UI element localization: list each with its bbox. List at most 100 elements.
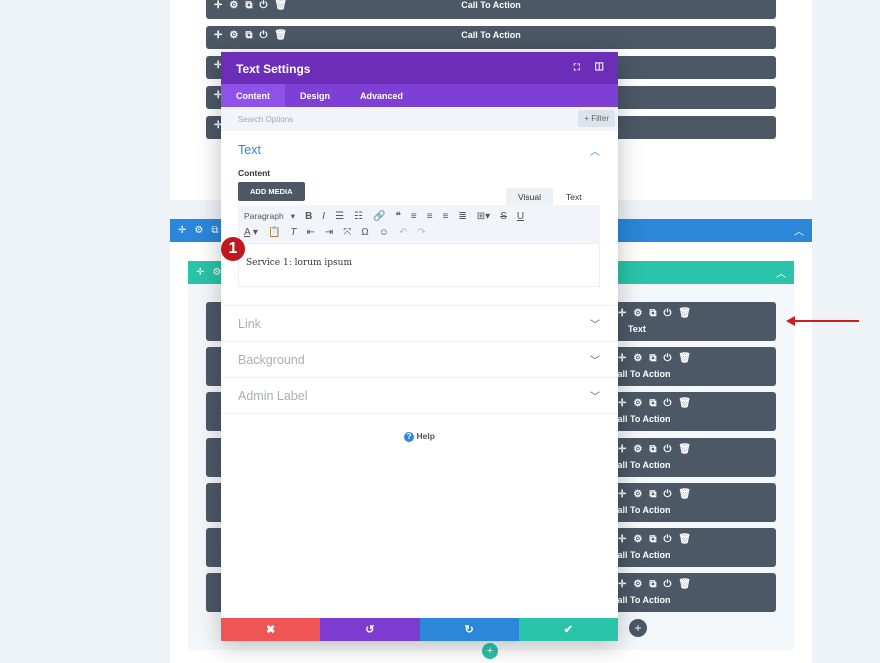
power-icon[interactable]: ⏻ — [664, 308, 672, 319]
chevron-up-icon[interactable]: ︿ — [794, 223, 804, 238]
power-icon[interactable]: ⏻ — [664, 353, 672, 364]
duplicate-icon[interactable]: ⧉ — [649, 534, 656, 545]
underline-icon[interactable]: U — [517, 211, 524, 222]
move-icon[interactable]: ✛ — [618, 308, 626, 319]
gear-icon[interactable]: ⚙ — [633, 534, 642, 545]
outdent-icon[interactable]: ⇤ — [307, 227, 315, 238]
undo-button[interactable]: ↺ — [320, 618, 420, 641]
omega-icon[interactable]: Ω — [361, 227, 368, 238]
cancel-button[interactable]: ✖ — [221, 618, 321, 641]
move-icon[interactable]: ✛ — [178, 225, 186, 236]
link-section[interactable]: Link ﹀ — [221, 306, 618, 342]
gear-icon[interactable]: ⚙ — [633, 308, 642, 319]
align-right-icon[interactable]: ≡ — [443, 211, 449, 222]
module-label: Text — [628, 324, 646, 334]
move-icon[interactable]: ✛ — [618, 534, 626, 545]
module[interactable]: ✛ ⚙ ⧉ ⏻ 🗑 Call To Action — [206, 26, 776, 49]
power-icon[interactable]: ⏻ — [664, 579, 672, 590]
indent-icon[interactable]: ⇥ — [325, 227, 333, 238]
align-left-icon[interactable]: ≡ — [411, 211, 417, 222]
editor-toolbar: Paragraph ▾ B I ☰ ☷ 🔗 ❝ ≡ ≡ ≡ ≣ ⊞▾ S U A ▾ 📋 T ⇤ ⇥ ⤧ Ω ☺ ↶ ↷ — [238, 205, 600, 243]
move-icon[interactable]: ✛ — [618, 353, 626, 364]
duplicate-icon[interactable]: ⧉ — [649, 489, 656, 500]
text-tab[interactable]: Text — [553, 188, 595, 206]
trash-icon[interactable]: 🗑 — [678, 353, 691, 364]
gear-icon[interactable]: ⚙ — [633, 353, 642, 364]
move-icon[interactable]: ✛ — [618, 489, 626, 500]
move-icon[interactable]: ✛ — [618, 444, 626, 455]
help-link[interactable]: ? Help — [221, 431, 618, 442]
redo-icon[interactable]: ↷ — [417, 227, 425, 238]
sidebar-toggle-icon[interactable]: ◫ — [595, 61, 604, 72]
filter-button[interactable]: + Filter — [578, 110, 615, 127]
clear-format-icon[interactable]: T — [290, 227, 296, 238]
duplicate-icon[interactable]: ⧉ — [649, 398, 656, 409]
align-center-icon[interactable]: ≡ — [427, 211, 433, 222]
tab-advanced[interactable]: Advanced — [345, 84, 418, 107]
trash-icon[interactable]: 🗑 — [678, 398, 691, 409]
duplicate-icon[interactable]: ⧉ — [649, 308, 656, 319]
chevron-down-icon: ﹀ — [590, 320, 600, 331]
paste-icon[interactable]: 📋 — [268, 227, 280, 238]
trash-icon[interactable]: 🗑 — [678, 444, 691, 455]
move-icon[interactable]: ✛ — [618, 579, 626, 590]
tab-content[interactable]: Content — [221, 84, 285, 107]
trash-icon[interactable]: 🗑 — [678, 534, 691, 545]
module[interactable]: ✛ ⚙ ⧉ ⏻ 🗑 Call To Action — [206, 0, 776, 19]
module-label: Call To Action — [611, 459, 671, 470]
table-icon[interactable]: ⊞▾ — [477, 211, 490, 222]
trash-icon[interactable]: 🗑 — [678, 489, 691, 500]
tab-design[interactable]: Design — [285, 84, 345, 107]
strikethrough-icon[interactable]: S — [500, 211, 507, 222]
justify-icon[interactable]: ≣ — [458, 211, 466, 222]
format-select[interactable]: Paragraph ▾ — [244, 211, 295, 222]
gear-icon[interactable]: ⚙ — [633, 489, 642, 500]
fullscreen-icon[interactable]: ⛶ — [574, 62, 580, 73]
add-media-button[interactable]: ADD MEDIA — [238, 182, 305, 201]
trash-icon[interactable]: 🗑 — [678, 308, 691, 319]
quote-icon[interactable]: ❝ — [395, 211, 400, 222]
duplicate-icon[interactable]: ⧉ — [649, 579, 656, 590]
help-icon: ? — [404, 432, 415, 442]
chevron-up-icon[interactable]: ︿ — [590, 143, 600, 158]
duplicate-icon[interactable]: ⧉ — [649, 353, 656, 364]
gear-icon[interactable]: ⚙ — [633, 579, 642, 590]
search-options-input[interactable]: Search Options + Filter — [221, 107, 618, 131]
trash-icon[interactable]: 🗑 — [678, 579, 691, 590]
bold-icon[interactable]: B — [305, 211, 312, 222]
move-icon[interactable]: ✛ — [618, 398, 626, 409]
content-editor[interactable]: Service 1: lorum ipsum — [238, 243, 600, 287]
numbered-list-icon[interactable]: ☷ — [354, 211, 363, 222]
move-icon[interactable]: ✛ — [196, 267, 204, 278]
gear-icon[interactable]: ⚙ — [212, 267, 221, 278]
gear-icon[interactable]: ⚙ — [194, 225, 203, 236]
module-label: Call To Action — [611, 550, 671, 560]
admin-label-section[interactable]: Admin Label ﹀ — [221, 378, 618, 414]
visual-tab[interactable]: Visual — [506, 188, 553, 206]
module-label: Call To Action — [611, 414, 671, 425]
gear-icon[interactable]: ⚙ — [633, 398, 642, 409]
modal-header: Text Settings ⛶ ◫ — [221, 52, 618, 84]
power-icon[interactable]: ⏻ — [664, 444, 672, 455]
duplicate-icon[interactable]: ⧉ — [211, 225, 218, 236]
fullscreen-editor-icon[interactable]: ⤧ — [343, 227, 351, 238]
add-row-button[interactable]: + — [482, 643, 498, 659]
redo-button[interactable]: ↻ — [419, 618, 519, 641]
undo-icon[interactable]: ↶ — [399, 227, 407, 238]
text-settings-modal: Text Settings ⛶ ◫ Content Design Advance… — [221, 52, 618, 641]
add-module-button[interactable]: + — [629, 619, 647, 637]
text-section-title[interactable]: Text — [238, 143, 601, 157]
power-icon[interactable]: ⏻ — [664, 534, 672, 545]
background-section[interactable]: Background ﹀ — [221, 342, 618, 378]
duplicate-icon[interactable]: ⧉ — [649, 444, 656, 455]
text-color-icon[interactable]: A ▾ — [244, 227, 258, 238]
power-icon[interactable]: ⏻ — [664, 489, 672, 500]
emoji-icon[interactable]: ☺ — [379, 227, 389, 238]
power-icon[interactable]: ⏻ — [664, 398, 672, 409]
save-button[interactable]: ✔ — [518, 618, 618, 641]
bullet-list-icon[interactable]: ☰ — [335, 211, 344, 222]
gear-icon[interactable]: ⚙ — [633, 444, 642, 455]
italic-icon[interactable]: I — [322, 211, 325, 222]
chevron-up-icon[interactable]: ︿ — [776, 265, 786, 280]
link-icon[interactable]: 🔗 — [373, 211, 385, 222]
